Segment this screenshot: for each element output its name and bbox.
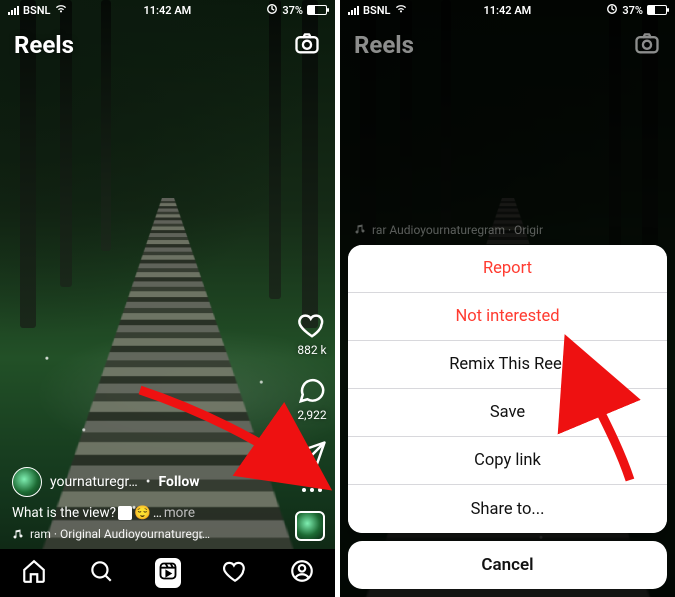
wifi-icon <box>394 3 408 17</box>
dimmed-audio-row: rar Audioyournaturegram · Origir <box>354 223 635 237</box>
cellular-signal-icon <box>348 5 359 15</box>
screenshot-right: BSNL 11:42 AM 37% Reels rar Audioyournat… <box>340 0 675 597</box>
orientation-lock-icon <box>266 3 278 18</box>
more-options-button[interactable] <box>302 488 322 492</box>
right-action-rail: 882 k 2,922 <box>297 310 327 492</box>
battery-percent-label: 37% <box>282 4 303 17</box>
battery-icon <box>307 5 327 15</box>
camera-icon[interactable] <box>293 29 321 61</box>
clock-label: 11:42 AM <box>143 4 191 17</box>
camera-icon[interactable] <box>633 29 661 61</box>
heart-icon <box>297 310 327 340</box>
follow-button[interactable]: Follow <box>159 474 200 490</box>
username-label[interactable]: yournaturegr… <box>50 474 138 490</box>
sheet-cancel[interactable]: Cancel <box>348 541 667 589</box>
music-note-icon <box>354 223 366 235</box>
clock-label: 11:42 AM <box>483 4 531 17</box>
screenshot-left: BSNL 11:42 AM 37% Reels 882 k 2,922 <box>0 0 335 597</box>
separator-dot: • <box>146 474 151 490</box>
battery-icon <box>647 5 667 15</box>
send-icon <box>297 440 327 470</box>
caption-label: What is the view? <box>12 505 116 521</box>
home-tab[interactable] <box>21 558 47 588</box>
like-button[interactable]: 882 k <box>297 310 327 357</box>
carrier-label: BSNL <box>363 4 390 17</box>
ios-status-bar: BSNL 11:42 AM 37% <box>0 0 335 20</box>
reels-title: Reels <box>354 31 414 59</box>
unknown-glyph-icon <box>118 506 132 520</box>
sheet-not-interested[interactable]: Not interested <box>348 293 667 341</box>
sheet-report[interactable]: Report <box>348 245 667 293</box>
cellular-signal-icon <box>8 5 19 15</box>
carrier-label: BSNL <box>23 4 50 17</box>
action-sheet: Report Not interested Remix This Reel Sa… <box>340 237 675 597</box>
comment-button[interactable]: 2,922 <box>297 375 327 422</box>
reels-tab[interactable] <box>155 558 181 588</box>
reels-title: Reels <box>14 31 74 59</box>
audio-attribution[interactable]: ram · Original Audioyournaturegr… <box>12 527 275 541</box>
search-tab[interactable] <box>88 558 114 588</box>
activity-tab[interactable] <box>222 558 248 588</box>
orientation-lock-icon <box>606 3 618 18</box>
profile-tab[interactable] <box>289 558 315 588</box>
wifi-icon <box>54 3 68 17</box>
caption-more-link[interactable]: more <box>164 505 195 521</box>
share-button[interactable] <box>297 440 327 470</box>
comment-icon <box>297 375 327 405</box>
sheet-copy-link[interactable]: Copy link <box>348 437 667 485</box>
more-dots-icon <box>302 488 322 492</box>
audio-album-button[interactable] <box>295 511 325 541</box>
sheet-share-to[interactable]: Share to... <box>348 485 667 533</box>
sheet-remix-this-reel[interactable]: Remix This Reel <box>348 341 667 389</box>
ios-status-bar: BSNL 11:42 AM 37% <box>340 0 675 20</box>
audio-text: ram · Original Audioyournaturegr… <box>30 527 210 541</box>
bottom-nav-bar <box>0 549 335 597</box>
user-avatar[interactable] <box>12 467 42 497</box>
sheet-save[interactable]: Save <box>348 389 667 437</box>
comment-count: 2,922 <box>297 408 326 422</box>
music-note-icon <box>12 528 24 540</box>
dimmed-audio-text: rar Audioyournaturegram · Origir <box>372 223 543 237</box>
like-count: 882 k <box>297 343 326 357</box>
battery-percent-label: 37% <box>622 4 643 17</box>
relieved-emoji-icon: 😌 <box>134 505 151 521</box>
